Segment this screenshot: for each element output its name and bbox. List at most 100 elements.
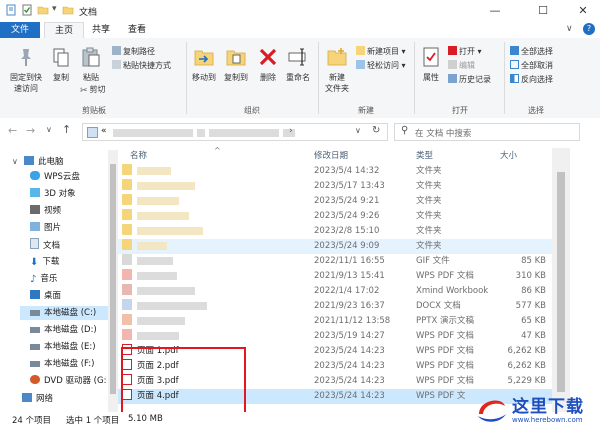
nav-item-documents[interactable]: 文档 [30,238,60,252]
recent-locations-icon[interactable]: ∨ [46,125,52,134]
invert-selection-button[interactable]: 反向选择 [510,74,553,86]
redacted-name [137,316,185,325]
nav-item-downloads[interactable]: ⬇ 下载 [30,255,59,269]
folder-row[interactable]: 2023/5/24 9:26 文件夹 [118,209,552,224]
file-date: 2023/5/19 14:27 [314,331,385,341]
scrollbar-thumb[interactable] [557,172,565,392]
column-header-name[interactable]: 名称 [130,148,147,164]
select-none-label: 全部取消 [521,61,553,70]
nav-item-drive-d[interactable]: 本地磁盘 (D:) [30,323,97,337]
document-icon[interactable] [5,4,17,16]
new-item-label: 新建项目 [367,47,399,56]
move-to-button[interactable]: 移动到 [188,46,220,83]
paste-shortcut-label: 粘贴快捷方式 [123,61,171,70]
nav-label: 图片 [44,223,62,233]
dvd-icon [30,375,40,384]
nav-item-dvd-drive[interactable]: DVD 驱动器 (G: [30,374,106,388]
column-header-type[interactable]: 类型 [416,148,433,164]
file-list-scrollbar[interactable] [552,148,570,414]
tab-view[interactable]: 查看 [118,22,156,38]
back-arrow-icon[interactable]: ← [8,124,17,137]
address-dropdown-icon[interactable]: ∨ [355,126,361,135]
address-field[interactable]: « › ∨ ↻ [82,123,388,141]
watermark-logo: 这里下载 www.herebown.com [472,386,600,432]
history-button[interactable]: 历史记录 [448,74,491,86]
select-none-button[interactable]: 全部取消 [510,60,553,72]
copy-button[interactable]: 复制 [48,46,74,83]
nav-item-network[interactable]: 网络 [22,392,53,406]
folder-icon [122,209,132,220]
file-row[interactable]: 2023/5/19 14:27 WPS PDF 文档 47 KB [118,329,552,344]
edit-button[interactable]: 编辑 [448,60,475,72]
file-row[interactable]: 2022/11/1 16:55 GIF 文件 85 KB [118,254,552,269]
column-header-date[interactable]: 修改日期 [314,148,348,164]
scrollbar-thumb[interactable] [110,164,116,394]
tab-home[interactable]: 主页 [44,22,85,39]
paste-shortcut-button[interactable]: 粘贴快捷方式 [112,60,171,72]
nav-item-this-pc[interactable]: ∨ 此电脑 [12,155,64,169]
desktop-icon [30,290,40,299]
pin-quick-access-button[interactable]: 固定到快 速访问 [6,46,46,94]
file-date: 2021/11/12 13:58 [314,316,391,326]
help-icon[interactable]: ? [583,23,595,35]
check-properties-icon[interactable] [21,4,33,16]
navigation-scrollbar[interactable] [108,150,118,412]
nav-item-drive-e[interactable]: 本地磁盘 (E:) [30,340,96,354]
folder-row[interactable]: 2023/2/8 15:10 文件夹 [118,224,552,239]
select-all-button[interactable]: 全部选择 [510,46,553,58]
nav-item-drive-c[interactable]: 本地磁盘 (C:) [20,306,114,320]
nav-item-3d-objects[interactable]: 3D 对象 [30,187,76,201]
delete-button[interactable]: 删除 [256,46,280,83]
path-chevron-icon[interactable]: › [289,126,293,136]
file-date: 2023/5/24 9:26 [314,211,380,221]
tab-share[interactable]: 共享 [82,22,120,38]
file-row[interactable]: 2022/1/4 17:02 Xmind Workbook 86 KB [118,284,552,299]
paste-button[interactable]: 粘贴 [78,46,104,83]
copy-to-button[interactable]: 复制到 [220,46,252,83]
folder-row[interactable]: 2023/5/17 13:43 文件夹 [118,179,552,194]
forward-arrow-icon[interactable]: → [26,124,35,137]
refresh-icon[interactable]: ↻ [372,125,380,136]
nav-label: 本地磁盘 (C:) [44,308,97,318]
open-button[interactable]: 打开 ▾ [448,46,482,58]
close-button[interactable]: ✕ [568,0,598,22]
file-row[interactable]: 2021/11/12 13:58 PPTX 演示文稿 65 KB [118,314,552,329]
nav-item-pictures[interactable]: 图片 [30,221,61,235]
properties-button[interactable]: 属性 [418,46,444,83]
quick-access-dropdown-icon[interactable]: ▾ [52,4,57,14]
watermark-url: www.herebown.com [512,416,583,424]
up-arrow-icon[interactable]: ↑ [62,123,71,136]
rename-icon [288,48,306,66]
maximize-button[interactable]: ☐ [528,0,558,22]
highlight-box [121,347,246,419]
file-row[interactable]: 2021/9/13 15:41 WPS PDF 文档 310 KB [118,269,552,284]
file-date: 2023/5/4 14:32 [314,166,380,176]
new-folder-button[interactable]: 新建 文件夹 [320,46,354,94]
document-icon [30,238,39,249]
cut-button[interactable]: ✂ 剪切 [80,84,106,96]
collapse-ribbon-icon[interactable]: ∨ [566,24,573,34]
new-item-button[interactable]: 新建项目 ▾ [356,46,406,58]
nav-item-videos[interactable]: 视频 [30,204,61,218]
nav-item-desktop[interactable]: 桌面 [30,289,61,303]
file-row[interactable]: 2021/9/23 16:37 DOCX 文档 577 KB [118,299,552,314]
copy-path-button[interactable]: 复制路径 [112,46,155,58]
folder-row[interactable]: 2023/5/24 9:21 文件夹 [118,194,552,209]
file-type: WPS PDF 文 [416,391,466,401]
new-folder-icon[interactable] [37,4,49,16]
easy-access-button[interactable]: 轻松访问 ▾ [356,60,406,72]
minimize-button[interactable]: — [480,0,510,22]
tab-file[interactable]: 文件 [0,22,40,38]
file-icon [122,284,132,295]
folder-row[interactable]: 2023/5/4 14:32 文件夹 [118,164,552,179]
redacted-name [137,196,179,205]
expand-chevron-icon[interactable]: ∨ [12,155,18,169]
file-name-cell [122,224,203,239]
column-header-size[interactable]: 大小 [500,148,517,164]
nav-item-wps-cloud[interactable]: WPS云盘 [30,170,80,184]
rename-button[interactable]: 重命名 [282,46,314,83]
nav-item-music[interactable]: ♪ 音乐 [30,272,57,286]
nav-item-drive-f[interactable]: 本地磁盘 (F:) [30,357,94,371]
folder-row[interactable]: 2023/5/24 9:09 文件夹 [118,239,552,254]
search-field[interactable]: ⚲ 在 文档 中搜索 [394,123,580,141]
